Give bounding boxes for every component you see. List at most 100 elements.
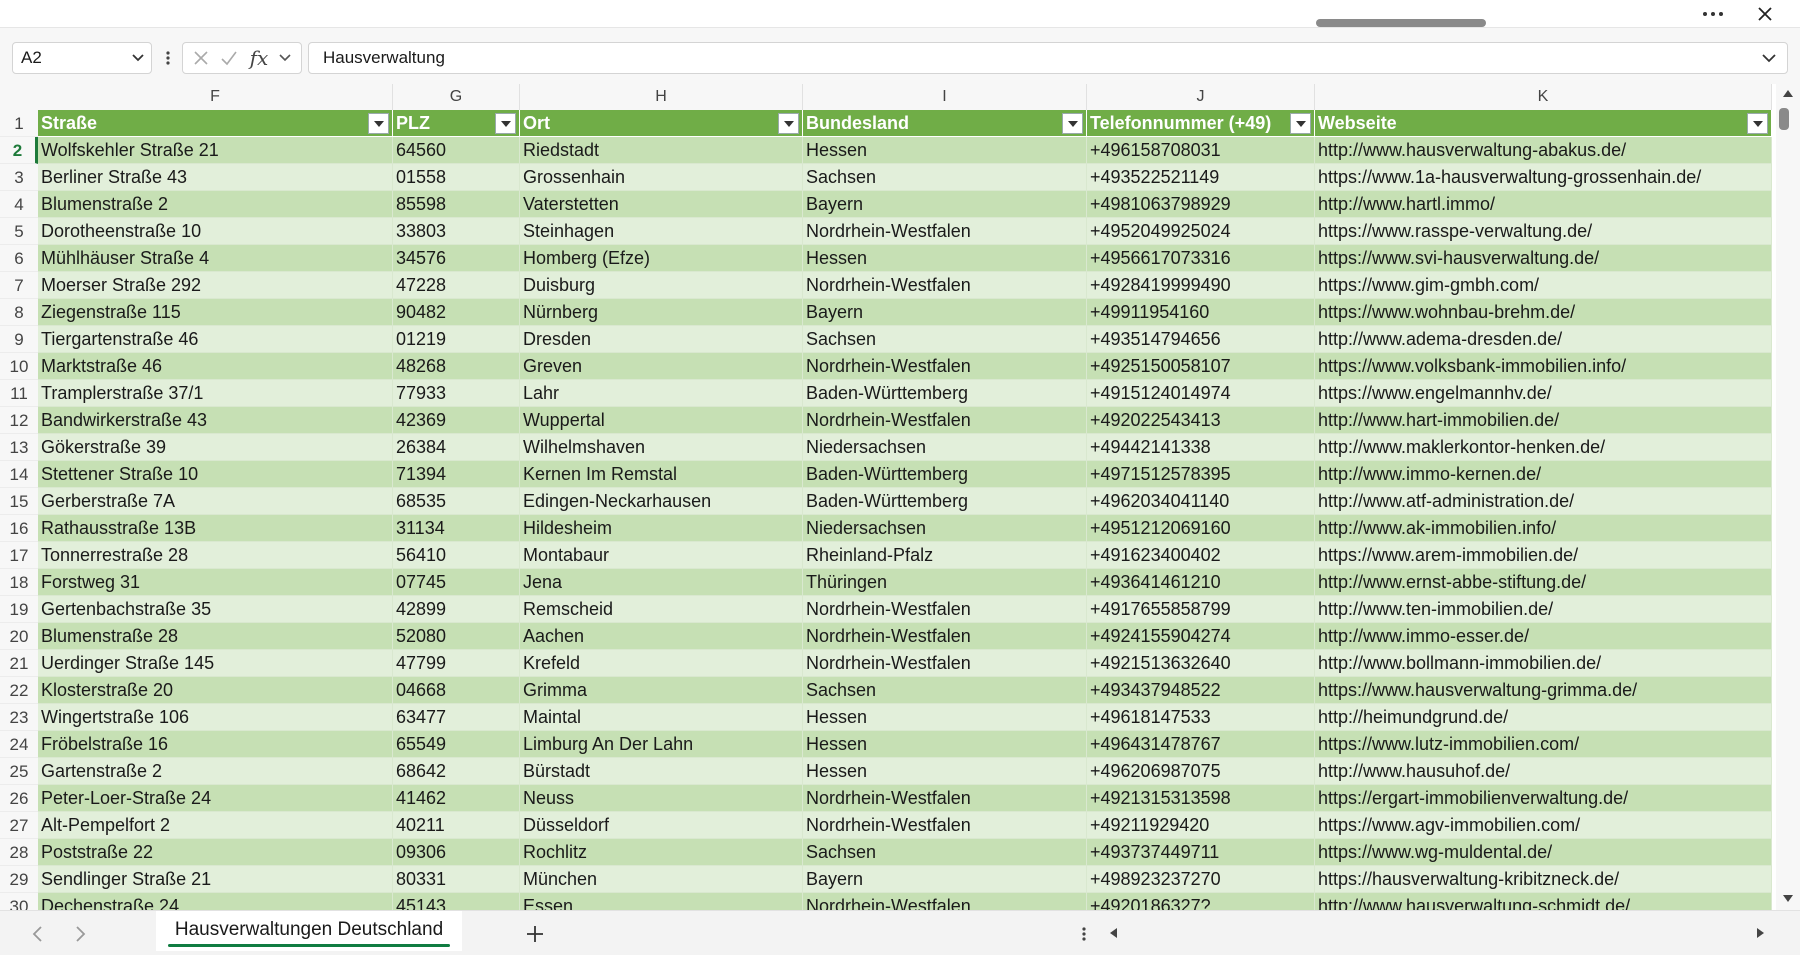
row-header[interactable]: 19 [0,596,38,623]
table-cell[interactable]: +4956617073316 [1087,245,1315,272]
filter-dropdown-button[interactable] [1290,113,1311,134]
table-cell[interactable]: 01219 [393,326,520,353]
table-cell[interactable]: Steinhagen [520,218,803,245]
table-cell[interactable]: Grimma [520,677,803,704]
horizontal-scroll-thumb[interactable] [1316,19,1486,27]
table-cell[interactable]: Rheinland-Pfalz [803,542,1087,569]
table-cell[interactable]: https://ergart-immobilienverwaltung.de/ [1315,785,1772,812]
table-cell[interactable]: +4952049925024 [1087,218,1315,245]
table-cell[interactable]: https://www.hausverwaltung-grimma.de/ [1315,677,1772,704]
table-cell[interactable]: http://heimundgrund.de/ [1315,704,1772,731]
row-header[interactable]: 17 [0,542,38,569]
table-cell[interactable]: Gökerstraße 39 [38,434,393,461]
table-cell[interactable]: Poststraße 22 [38,839,393,866]
table-cell[interactable]: +493641461210 [1087,569,1315,596]
row-header[interactable]: 27 [0,812,38,839]
table-cell[interactable]: Hessen [803,731,1087,758]
table-cell[interactable]: +4915124014974 [1087,380,1315,407]
table-cell[interactable]: http://www.maklerkontor-henken.de/ [1315,434,1772,461]
table-cell[interactable]: Wingertstraße 106 [38,704,393,731]
scroll-down-icon[interactable] [1782,894,1794,904]
table-cell[interactable]: München [520,866,803,893]
row-header[interactable]: 1 [0,110,38,137]
table-cell[interactable]: Bayern [803,299,1087,326]
sheet-tab-hausverwaltungen[interactable]: Hausverwaltungen Deutschland [156,911,462,951]
previous-sheet-button[interactable] [22,911,52,955]
table-cell[interactable]: Klosterstraße 20 [38,677,393,704]
table-cell[interactable]: Mühlhäuser Straße 4 [38,245,393,272]
table-cell[interactable]: http://www.hausverwaltung-schmidt.de/ [1315,893,1772,910]
row-header[interactable]: 23 [0,704,38,731]
table-cell[interactable]: 40211 [393,812,520,839]
table-cell[interactable]: 34576 [393,245,520,272]
table-cell[interactable]: Berliner Straße 43 [38,164,393,191]
table-cell[interactable]: Nordrhein-Westfalen [803,272,1087,299]
table-cell[interactable]: Vaterstetten [520,191,803,218]
table-cell[interactable]: Niedersachsen [803,515,1087,542]
sheet-options-button[interactable] [1074,911,1094,955]
next-sheet-button[interactable] [66,911,96,955]
vertical-scrollbar[interactable] [1776,84,1800,910]
table-cell[interactable]: 48268 [393,353,520,380]
table-cell[interactable]: Hessen [803,758,1087,785]
table-cell[interactable]: 63477 [393,704,520,731]
close-button[interactable] [1748,0,1782,28]
table-cell[interactable]: Homberg (Efze) [520,245,803,272]
table-cell[interactable]: Stettener Straße 10 [38,461,393,488]
table-cell[interactable]: Sachsen [803,164,1087,191]
row-header[interactable]: 9 [0,326,38,353]
table-cell[interactable]: 71394 [393,461,520,488]
table-cell[interactable]: Gartenstraße 2 [38,758,393,785]
vertical-scroll-thumb[interactable] [1779,108,1789,130]
row-header[interactable]: 22 [0,677,38,704]
table-cell[interactable]: Niedersachsen [803,434,1087,461]
table-cell[interactable]: Nordrhein-Westfalen [803,650,1087,677]
more-options-button[interactable] [1696,0,1730,28]
table-cell[interactable]: https://www.volksbank-immobilien.info/ [1315,353,1772,380]
table-cell[interactable]: +4981063798929 [1087,191,1315,218]
table-cell[interactable]: Riedstadt [520,137,803,164]
table-cell[interactable]: 41462 [393,785,520,812]
table-cell[interactable]: +4951212069160 [1087,515,1315,542]
table-cell[interactable]: Wuppertal [520,407,803,434]
table-cell[interactable]: Bürstadt [520,758,803,785]
table-header-cell[interactable]: Bundesland [803,110,1087,137]
table-cell[interactable]: Essen [520,893,803,910]
table-cell[interactable]: Grossenhain [520,164,803,191]
table-cell[interactable]: Nürnberg [520,299,803,326]
table-cell[interactable]: https://www.wohnbau-brehm.de/ [1315,299,1772,326]
scroll-left-icon[interactable] [1108,927,1118,939]
table-cell[interactable]: http://www.ak-immobilien.info/ [1315,515,1772,542]
table-cell[interactable]: Dresden [520,326,803,353]
table-cell[interactable]: +49618147533 [1087,704,1315,731]
table-cell[interactable]: Forstweg 31 [38,569,393,596]
filter-dropdown-button[interactable] [778,113,799,134]
table-cell[interactable]: 68535 [393,488,520,515]
table-cell[interactable]: http://www.atf-administration.de/ [1315,488,1772,515]
table-cell[interactable]: Hildesheim [520,515,803,542]
table-cell[interactable]: Nordrhein-Westfalen [803,353,1087,380]
row-header[interactable]: 29 [0,866,38,893]
table-cell[interactable]: 85598 [393,191,520,218]
table-cell[interactable]: +49911954160 [1087,299,1315,326]
table-cell[interactable]: Blumenstraße 28 [38,623,393,650]
table-cell[interactable]: +4917655858799 [1087,596,1315,623]
row-header[interactable]: 28 [0,839,38,866]
filter-dropdown-button[interactable] [1747,113,1768,134]
table-cell[interactable]: 42899 [393,596,520,623]
table-cell[interactable]: Hessen [803,704,1087,731]
table-cell[interactable]: Sendlinger Straße 21 [38,866,393,893]
table-cell[interactable]: 01558 [393,164,520,191]
table-cell[interactable]: Gertenbachstraße 35 [38,596,393,623]
table-cell[interactable]: +4924155904274 [1087,623,1315,650]
table-cell[interactable]: +493437948522 [1087,677,1315,704]
table-cell[interactable]: Limburg An Der Lahn [520,731,803,758]
scroll-up-icon[interactable] [1782,88,1794,98]
table-cell[interactable]: +498923237270 [1087,866,1315,893]
column-header-k[interactable]: K [1315,84,1772,110]
table-cell[interactable]: https://www.wg-muldental.de/ [1315,839,1772,866]
table-cell[interactable]: http://www.ernst-abbe-stiftung.de/ [1315,569,1772,596]
table-cell[interactable]: Alt-Pempelfort 2 [38,812,393,839]
row-header[interactable]: 10 [0,353,38,380]
table-header-cell[interactable]: Telefonnummer (+49) [1087,110,1315,137]
